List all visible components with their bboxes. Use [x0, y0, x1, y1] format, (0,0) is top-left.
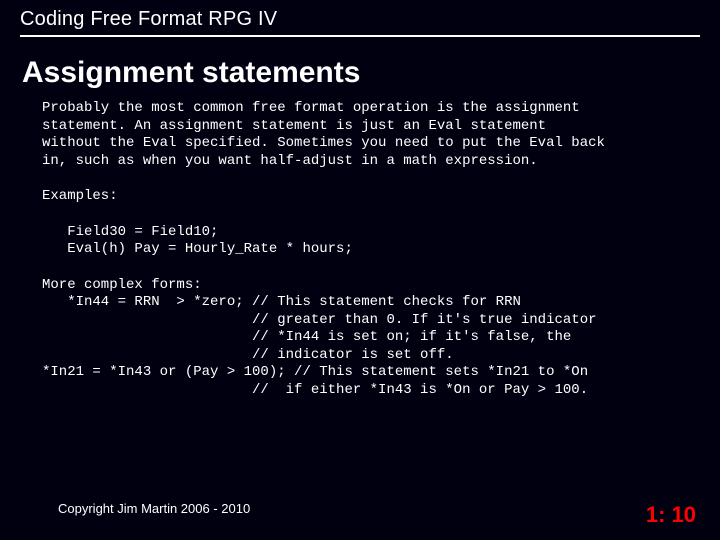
examples-code: Field30 = Field10; Eval(h) Pay = Hourly_… [42, 224, 690, 259]
intro-paragraph: Probably the most common free format ope… [42, 100, 690, 170]
header-rule [20, 35, 700, 37]
complex-code: More complex forms: *In44 = RRN > *zero;… [42, 277, 690, 400]
page-number: 1: 10 [646, 502, 696, 528]
copyright-text: Copyright Jim Martin 2006 - 2010 [58, 501, 250, 516]
examples-label: Examples: [42, 188, 690, 206]
slide-subtitle: Assignment statements [22, 56, 360, 90]
slide-header: Coding Free Format RPG IV [20, 8, 700, 37]
slide: Coding Free Format RPG IV Assignment sta… [0, 0, 720, 540]
slide-body: Probably the most common free format ope… [42, 100, 690, 399]
header-title: Coding Free Format RPG IV [20, 8, 700, 31]
